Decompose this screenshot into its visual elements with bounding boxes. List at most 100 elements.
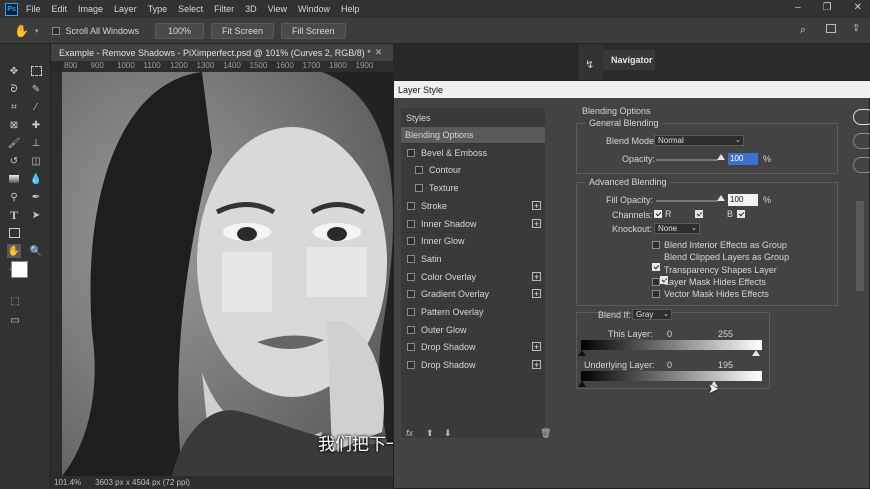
- menu-view[interactable]: View: [268, 4, 287, 14]
- menu-edit[interactable]: Edit: [52, 4, 68, 14]
- fit-screen-button[interactable]: Fit Screen: [211, 22, 275, 39]
- channel-b-checkbox[interactable]: [737, 210, 746, 218]
- dodge-tool-icon[interactable]: ⚲: [7, 190, 21, 204]
- brush-tool-icon[interactable]: 🖌: [7, 136, 21, 150]
- style-item-drop-shadow[interactable]: Drop Shadow +: [401, 357, 545, 375]
- status-zoom[interactable]: 101.4%: [54, 478, 81, 487]
- document-canvas[interactable]: [62, 72, 393, 476]
- lasso-tool-icon[interactable]: ᘐ: [7, 82, 21, 96]
- menu-3d[interactable]: 3D: [245, 4, 257, 14]
- move-tool-icon[interactable]: ✥: [7, 64, 21, 78]
- option-checkbox[interactable]: [652, 290, 660, 299]
- style-checkbox[interactable]: [407, 148, 415, 157]
- blur-tool-icon[interactable]: 💧: [29, 172, 43, 186]
- underlying-black-knob[interactable]: [578, 381, 586, 387]
- blend-if-select[interactable]: Gray ⌄: [632, 309, 672, 320]
- style-item-inner-shadow[interactable]: Inner Shadow +: [401, 216, 545, 233]
- style-item-color-overlay[interactable]: Color Overlay +: [401, 269, 545, 286]
- hand-tool-active-icon[interactable]: ✋: [7, 244, 21, 258]
- style-checkbox[interactable]: [415, 184, 423, 193]
- quick-select-tool-icon[interactable]: ✎: [29, 82, 43, 96]
- style-checkbox[interactable]: [407, 325, 415, 334]
- add-effect-plus-icon[interactable]: +: [532, 200, 541, 210]
- hand-tool-icon[interactable]: ✋: [14, 24, 29, 38]
- add-effect-plus-icon[interactable]: +: [532, 218, 541, 228]
- style-checkbox[interactable]: [407, 361, 415, 370]
- marquee-tool-icon[interactable]: [29, 64, 43, 78]
- style-checkbox[interactable]: [407, 254, 415, 263]
- menu-file[interactable]: File: [26, 4, 41, 14]
- quick-mask-icon[interactable]: ⬚: [8, 294, 22, 308]
- menu-layer[interactable]: Layer: [114, 4, 137, 14]
- eraser-tool-icon[interactable]: ◫: [29, 154, 43, 168]
- pen-tool-icon[interactable]: ✒: [29, 190, 43, 204]
- maximize-icon[interactable]: ❐: [823, 2, 832, 13]
- blend-mode-select[interactable]: Normal ⌄: [654, 135, 744, 146]
- style-item-blending-options[interactable]: Blending Options: [401, 127, 545, 144]
- tab-close-icon[interactable]: ✕: [375, 47, 383, 58]
- foreground-color-swatch[interactable]: [11, 261, 28, 278]
- fill-screen-button[interactable]: Fill Screen: [281, 22, 346, 39]
- crop-tool-icon[interactable]: ⌗: [7, 100, 21, 114]
- style-item-texture[interactable]: Texture: [401, 180, 545, 198]
- dialog-scrollbar[interactable]: [856, 201, 864, 291]
- type-tool-icon[interactable]: T: [7, 208, 21, 222]
- clone-stamp-icon[interactable]: ⊥: [29, 136, 43, 150]
- style-item-drop-shadow[interactable]: Drop Shadow +: [401, 339, 545, 357]
- add-effect-plus-icon[interactable]: +: [532, 342, 541, 352]
- style-item-pattern-overlay[interactable]: Pattern Overlay: [401, 304, 545, 321]
- frame-tool-icon[interactable]: ⊠: [7, 118, 21, 132]
- style-item-stroke[interactable]: Stroke +: [401, 198, 545, 215]
- move-down-icon[interactable]: ⬇: [444, 428, 452, 439]
- style-item-bevel-emboss[interactable]: Bevel & Emboss: [401, 145, 545, 162]
- option-checkbox[interactable]: [652, 241, 660, 249]
- this-layer-white-knob[interactable]: [752, 350, 760, 356]
- close-icon[interactable]: ✕: [854, 2, 862, 13]
- scroll-all-windows-checkbox[interactable]: [52, 26, 61, 35]
- history-brush-icon[interactable]: ↺: [7, 154, 21, 168]
- opacity-slider[interactable]: [656, 159, 718, 161]
- knockout-select[interactable]: None ⌄: [654, 223, 700, 234]
- fill-opacity-slider-knob[interactable]: [717, 195, 725, 201]
- style-checkbox[interactable]: [407, 343, 415, 352]
- style-checkbox[interactable]: [415, 166, 423, 175]
- screen-mode-icon[interactable]: ▭: [8, 313, 22, 327]
- style-item-contour[interactable]: Contour: [401, 162, 545, 180]
- opacity-input[interactable]: 100: [728, 153, 758, 165]
- channel-r-checkbox[interactable]: [654, 210, 662, 218]
- minimize-icon[interactable]: –: [795, 2, 801, 13]
- gradient-tool-icon[interactable]: [7, 172, 21, 186]
- style-checkbox[interactable]: [407, 219, 415, 228]
- shape-tool-icon[interactable]: [7, 226, 21, 240]
- menu-help[interactable]: Help: [341, 4, 360, 14]
- style-checkbox[interactable]: [407, 201, 415, 210]
- path-select-icon[interactable]: ➤: [29, 208, 43, 222]
- style-item-gradient-overlay[interactable]: Gradient Overlay +: [401, 286, 545, 304]
- fx-icon[interactable]: fx: [406, 428, 413, 438]
- share-icon[interactable]: ⇪: [852, 23, 860, 34]
- eyedropper-tool-icon[interactable]: ⁄: [29, 100, 43, 114]
- style-checkbox[interactable]: [407, 237, 415, 246]
- fill-opacity-input[interactable]: 100: [728, 194, 758, 206]
- tool-preset-chevron-icon[interactable]: ▾: [35, 27, 39, 35]
- option-checkbox[interactable]: [652, 277, 660, 286]
- search-icon[interactable]: ⌕: [800, 24, 806, 37]
- style-checkbox[interactable]: [407, 308, 415, 316]
- style-item-inner-glow[interactable]: Inner Glow: [401, 233, 545, 251]
- healing-brush-icon[interactable]: ✚: [29, 118, 43, 132]
- menu-select[interactable]: Select: [178, 4, 203, 14]
- delete-effect-icon[interactable]: 🗑: [540, 428, 551, 439]
- style-item-outer-glow[interactable]: Outer Glow: [401, 322, 545, 339]
- style-item-satin[interactable]: Satin: [401, 251, 545, 268]
- cancel-button[interactable]: [853, 133, 870, 149]
- zoom-100-button[interactable]: 100%: [155, 22, 205, 39]
- option-checkbox[interactable]: [652, 263, 660, 272]
- style-checkbox[interactable]: [407, 272, 415, 281]
- menu-image[interactable]: Image: [78, 4, 103, 14]
- ok-button[interactable]: [853, 109, 870, 125]
- add-effect-plus-icon[interactable]: +: [532, 271, 541, 281]
- tab-navigator[interactable]: Navigator: [603, 50, 655, 70]
- styles-header[interactable]: Styles: [406, 113, 431, 123]
- move-up-icon[interactable]: ⬆: [426, 428, 434, 439]
- new-style-button[interactable]: [853, 157, 870, 173]
